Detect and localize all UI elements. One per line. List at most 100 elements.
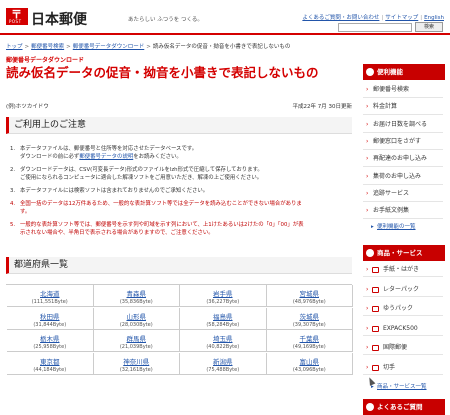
more-link-label: 商品・サービス一覧 xyxy=(377,384,427,390)
prefecture-link[interactable]: 神奈川県 xyxy=(94,356,180,366)
chevron-right-icon: › xyxy=(366,305,369,312)
notice-item-3: 3. 本データファイルには検索ソフトは含まれておりませんのでご承知ください。 xyxy=(10,187,350,195)
sidebar-item-convenience[interactable]: › 集荷のお申し込み xyxy=(363,168,443,185)
notice-item-2: 2. ダウンロードデータは、CSV(可変長データ)形式のファイルをlzh形式で圧… xyxy=(10,166,350,182)
sidebar-item-label: 料金計算 xyxy=(373,103,398,111)
notice-line: 示されない場合や、半角日で表示される場合がありますので、ご注意ください。 xyxy=(20,230,214,237)
sidebar-item-service[interactable]: › レターパック xyxy=(363,282,443,297)
prefecture-file-size: (44,184Byte) xyxy=(33,366,67,373)
notice-number: 4. xyxy=(10,201,16,207)
faq-heading[interactable]: よくあるご質問 xyxy=(363,399,445,415)
chevron-right-icon: › xyxy=(366,172,369,180)
prefecture-link[interactable]: 東京都 xyxy=(7,356,93,366)
chevron-right-icon: › xyxy=(366,363,369,371)
service-icon xyxy=(372,325,379,332)
breadcrumb-top[interactable]: トップ xyxy=(6,44,23,50)
header-divider xyxy=(0,33,450,35)
prefecture-file-size: (35,836Byte) xyxy=(119,299,153,305)
prefecture-link[interactable]: 茨城県 xyxy=(267,311,353,321)
sidebar-item-label: 追跡サービス xyxy=(373,189,410,197)
faq-link[interactable]: よくあるご質問・お問い合わせ xyxy=(302,15,379,21)
sidebar-item-convenience[interactable]: › 追跡サービス xyxy=(363,185,443,202)
sidebar-item-service[interactable]: › 国際郵便 xyxy=(363,341,443,355)
more-link-label: 便利機能の一覧 xyxy=(377,224,416,231)
prefecture-file-size: (21,039Byte) xyxy=(119,344,153,350)
sidebar-item-label: レターパック xyxy=(383,285,419,293)
breadcrumb-zip-search[interactable]: 郵便番号検索 xyxy=(31,44,64,50)
convenience-more-link[interactable]: ▸ 便利機能の一覧 xyxy=(363,221,443,233)
service-icon xyxy=(372,345,379,351)
prefecture-cell: 千葉県 (49,169Byte) xyxy=(266,330,353,352)
prefecture-file-size: (25,958Byte) xyxy=(33,344,67,350)
prefecture-link[interactable]: 秋田県 xyxy=(7,311,93,321)
prefecture-link[interactable]: 岩手県 xyxy=(180,288,266,298)
faq-icon xyxy=(366,403,374,411)
notice-line: ダウンロードの前に必ず郵便番号データの説明をお読みください。 xyxy=(20,153,350,161)
sidebar-item-convenience[interactable]: › 再配達のお申し込み xyxy=(363,151,443,168)
sidebar-item-label: 再配達のお申し込み xyxy=(373,155,428,163)
sitemap-link[interactable]: サイトマップ xyxy=(385,15,418,21)
prefecture-cell: 北海道 (111,551Byte) xyxy=(7,285,94,307)
sidebar-item-service[interactable]: › ゆうパック xyxy=(363,302,443,316)
prefecture-link[interactable]: 新潟県 xyxy=(180,356,266,366)
chevron-right-icon: › xyxy=(366,120,369,128)
sidebar-item-label: EXPACK500 xyxy=(383,324,418,332)
prefecture-link[interactable]: 栃木県 xyxy=(7,333,93,343)
sidebar-item-convenience[interactable]: › 郵便窓口をさがす xyxy=(363,133,443,150)
sidebar-item-service[interactable]: › EXPACK500 xyxy=(363,321,443,336)
prefecture-link[interactable]: 青森県 xyxy=(94,288,180,298)
site-header: 〒 POST 日本郵便 あたらしい ふつうを つくる。 よくあるご質問・お問い合… xyxy=(0,0,450,33)
prefecture-cell: 青森県 (35,836Byte) xyxy=(93,285,180,307)
sidebar-item-convenience[interactable]: › 料金計算 xyxy=(363,99,443,116)
link-separator: | xyxy=(420,15,423,21)
prefecture-cell: 山形県 (28,030Byte) xyxy=(93,307,180,330)
prefecture-link[interactable]: 宮城県 xyxy=(267,288,353,298)
search-input[interactable] xyxy=(338,23,412,32)
prefecture-cell: 新潟県 (75,488Byte) xyxy=(180,352,267,375)
prefecture-file-size: (49,169Byte) xyxy=(292,344,326,350)
breadcrumb-download[interactable]: 郵便番号データダウンロード xyxy=(73,44,145,50)
prefecture-file-size: (32,161Byte) xyxy=(119,366,153,373)
english-link[interactable]: English xyxy=(424,15,444,21)
chevron-right-icon: › xyxy=(366,344,369,351)
notice-line: 一般的な表計算ソフト等では、郵便番号を示す列や町域を示す列において、上1けたある… xyxy=(20,222,304,228)
sidebar-item-label: 切手 xyxy=(383,363,396,371)
sidebar-item-label: ゆうパック xyxy=(383,305,414,312)
sidebar-item-service[interactable]: › 切手 xyxy=(363,360,443,375)
prefecture-link[interactable]: 福島県 xyxy=(180,311,266,321)
prefecture-cell: 岩手県 (36,227Byte) xyxy=(180,285,267,307)
convenience-icon xyxy=(366,68,374,76)
sidebar-item-convenience[interactable]: › お手紙文例集 xyxy=(363,203,443,220)
prefecture-file-size: (39,307Byte) xyxy=(292,321,326,328)
chevron-right-icon: › xyxy=(366,155,369,163)
zip-data-explanation-link[interactable]: 郵便番号データの説明 xyxy=(79,154,133,160)
chevron-right-icon: › xyxy=(366,266,369,273)
brand-name[interactable]: 日本郵便 xyxy=(31,9,87,29)
notice-item-4: 4. 全国一括のデータは12万件あるため、一般的な表計算ソフト等では全データを読… xyxy=(10,200,350,216)
sidebar-item-label: 郵便窓口をさがす xyxy=(373,137,422,145)
prefecture-file-size: (28,030Byte) xyxy=(119,321,153,328)
prefecture-link[interactable]: 埼玉県 xyxy=(180,333,266,343)
chevron-right-icon: › xyxy=(366,103,369,111)
notice-item-5: 5. 一般的な表計算ソフト等では、郵便番号を示す列や町域を示す列において、上1け… xyxy=(10,221,350,237)
sidebar-item-service[interactable]: › 手紙・はがき xyxy=(363,263,443,277)
breadcrumb-separator: > xyxy=(146,44,151,50)
chevron-right-icon: › xyxy=(366,207,369,215)
post-logo[interactable]: 〒 POST xyxy=(6,8,28,25)
kana-example: (例)ホツカイドウ xyxy=(6,104,49,110)
prefecture-link[interactable]: 北海道 xyxy=(7,288,93,298)
prefecture-link[interactable]: 千葉県 xyxy=(267,333,353,343)
services-icon xyxy=(366,249,374,257)
service-icon xyxy=(372,286,379,293)
sidebar-item-convenience[interactable]: › お届け日数を調べる xyxy=(363,116,443,133)
prefecture-link[interactable]: 山形県 xyxy=(94,311,180,321)
search-button[interactable]: 検索 xyxy=(415,22,443,32)
notice-line: 本データファイルは、郵便番号と住所等を対応させたデータベースです。 xyxy=(20,146,198,152)
prefecture-link[interactable]: 群馬県 xyxy=(94,333,180,343)
sidebar-item-convenience[interactable]: › 郵便番号検索 xyxy=(363,82,443,98)
page-category: 郵便番号データダウンロード xyxy=(6,57,85,64)
sidebar-item-label: 手紙・はがき xyxy=(383,266,420,273)
sidebar-item-label: お手紙文例集 xyxy=(373,207,410,215)
chevron-right-icon: › xyxy=(366,285,369,293)
prefecture-link[interactable]: 富山県 xyxy=(267,356,353,366)
